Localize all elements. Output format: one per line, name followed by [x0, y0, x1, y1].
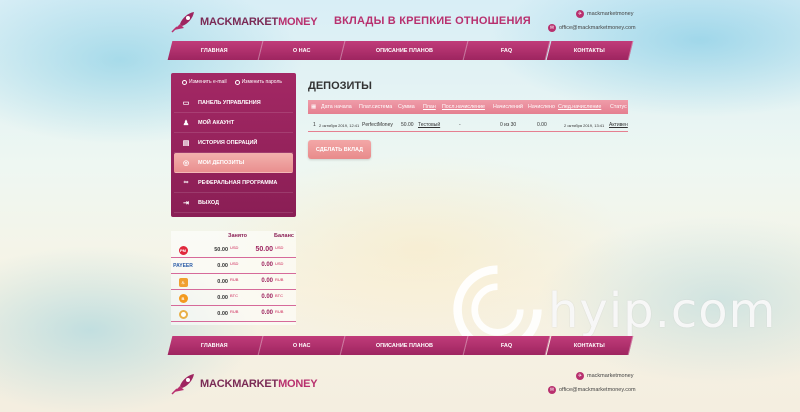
col-amount: Сумма [398, 104, 415, 110]
mail-icon: ✉ [548, 24, 556, 32]
balance-row-rub: ♨ 0.00 RUB 0.00 RUB [171, 274, 296, 290]
balance-row-advcash: 0.00 RUB 0.00 RUB [171, 306, 296, 322]
nav-about[interactable]: О НАС [258, 41, 346, 60]
footer-nav-plans[interactable]: ОПИСАНИЕ ПЛАНОВ [340, 336, 469, 355]
telegram-contact[interactable]: ✈ mackmarketmoney [576, 9, 636, 19]
bitcoin-icon: B [178, 293, 188, 303]
link-icon: ∞ [183, 179, 189, 186]
change-password-link[interactable]: Изменить пароль [234, 79, 282, 85]
sidebar-item-account[interactable]: ♟ МОЙ АКАУНТ [174, 113, 293, 133]
history-icon: ▤ [182, 139, 190, 147]
nav-plans[interactable]: ОПИСАНИЕ ПЛАНОВ [340, 41, 469, 60]
footer-nav-about[interactable]: О НАС [258, 336, 346, 355]
sidebar-item-logout[interactable]: ⇥ ВЫХОД [174, 193, 293, 213]
perfectmoney-icon: PM [178, 245, 188, 255]
footer-email-contact[interactable]: ✉ office@mackmarketmoney.com [548, 385, 636, 395]
nav-contacts[interactable]: КОНТАКТЫ [546, 41, 634, 60]
footer-nav-contacts[interactable]: КОНТАКТЫ [546, 336, 634, 355]
payeer-icon: PAYEER [173, 263, 193, 269]
footer-nav-home[interactable]: ГЛАВНАЯ [167, 336, 263, 355]
footer-telegram-contact[interactable]: ✈ mackmarketmoney [576, 371, 636, 381]
site-logo[interactable]: MACKMARKETMONEY [170, 10, 318, 34]
balance-row-pm: PM 50.00 USD 50.00 USD [171, 242, 296, 258]
footer-nav-faq[interactable]: FAQ [463, 336, 551, 355]
footer-nav: ГЛАВНАЯ О НАС ОПИСАНИЕ ПЛАНОВ FAQ КОНТАК… [167, 336, 634, 355]
rocket-icon [171, 374, 194, 395]
coins-icon: ◎ [182, 159, 190, 167]
deposits-table-header: ▦ Дата начала Плат.система Сумма План По… [308, 100, 628, 114]
col-plan[interactable]: План [423, 104, 436, 110]
watermark-text: hyip.com [548, 283, 777, 339]
user-icon: ♟ [182, 119, 190, 127]
status-badge: Активен [609, 122, 628, 128]
table-row: 1 2 октября 2019, 12:41 PerfectMoney 50.… [308, 117, 628, 132]
sidebar-menu: ▭ ПАНЕЛЬ УПРАВЛЕНИЯ ♟ МОЙ АКАУНТ ▤ ИСТОР… [171, 93, 296, 213]
sidebar-item-history[interactable]: ▤ ИСТОРИЯ ОПЕРАЦИЙ [174, 133, 293, 153]
mail-icon: ✉ [548, 386, 556, 394]
page-title: ДЕПОЗИТЫ [308, 80, 372, 92]
nav-home[interactable]: ГЛАВНАЯ [167, 41, 263, 60]
page: MACKMARKETMONEY ВКЛАДЫ В КРЕПКИЕ ОТНОШЕН… [0, 0, 800, 412]
logo-text: MACKMARKETMONEY [200, 16, 318, 28]
col-accruals: Начислений [493, 104, 523, 110]
key-icon [234, 79, 240, 85]
sidebar-item-dashboard[interactable]: ▭ ПАНЕЛЬ УПРАВЛЕНИЯ [174, 93, 293, 113]
balance-row-payeer: PAYEER 0.00 USD 0.00 USD [171, 258, 296, 274]
email-contact[interactable]: ✉ office@mackmarketmoney.com [548, 23, 636, 33]
col-last-accrual[interactable]: Посл.начисление [442, 104, 485, 110]
balance-row-btc: B 0.00 BTC 0.00 BTC [171, 290, 296, 306]
change-email-link[interactable]: Изменить e-mail [182, 79, 227, 85]
sidebar-item-referral[interactable]: ∞ РЕФЕРАЛЬНАЯ ПРОГРАММА [174, 173, 293, 193]
footer-logo-text: MACKMARKETMONEY [200, 378, 318, 390]
telegram-icon: ✈ [576, 372, 584, 380]
footer-contacts: ✈ mackmarketmoney ✉ office@mackmarketmon… [548, 371, 636, 395]
balance-table: Занято Баланс PM 50.00 USD 50.00 USD PAY… [171, 231, 296, 325]
col-next-accrual[interactable]: След.начисление [558, 104, 601, 110]
telegram-icon: ✈ [576, 10, 584, 18]
exit-icon: ⇥ [183, 199, 189, 207]
account-links: Изменить e-mail Изменить пароль [171, 73, 296, 85]
sidebar-item-deposits[interactable]: ◎ МОИ ДЕПОЗИТЫ [174, 153, 293, 173]
gear-icon [182, 79, 187, 85]
balance-header: Занято Баланс [228, 233, 294, 239]
footer-logo[interactable]: MACKMARKETMONEY [170, 372, 318, 396]
folder-icon: ▭ [182, 99, 190, 107]
fire-icon: ♨ [178, 277, 188, 287]
advcash-icon [178, 309, 188, 319]
col-accrued: Начислено [528, 104, 555, 110]
main-nav: ГЛАВНАЯ О НАС ОПИСАНИЕ ПЛАНОВ FAQ КОНТАК… [167, 41, 634, 60]
plan-link[interactable]: Тестовый [418, 122, 440, 128]
make-deposit-button[interactable]: СДЕЛАТЬ ВКЛАД [308, 140, 371, 159]
col-payment-system: Плат.система [359, 104, 393, 110]
header-contacts: ✈ mackmarketmoney ✉ office@mackmarketmon… [548, 9, 636, 33]
nav-faq[interactable]: FAQ [463, 41, 551, 60]
calendar-icon: ▦ [311, 104, 317, 110]
rocket-icon [171, 12, 194, 33]
account-sidebar: Изменить e-mail Изменить пароль ▭ ПАНЕЛЬ… [171, 73, 296, 217]
slogan: ВКЛАДЫ В КРЕПКИЕ ОТНОШЕНИЯ [334, 15, 531, 27]
col-status: Статус [610, 104, 627, 110]
col-start-date: Дата начала [321, 104, 352, 110]
